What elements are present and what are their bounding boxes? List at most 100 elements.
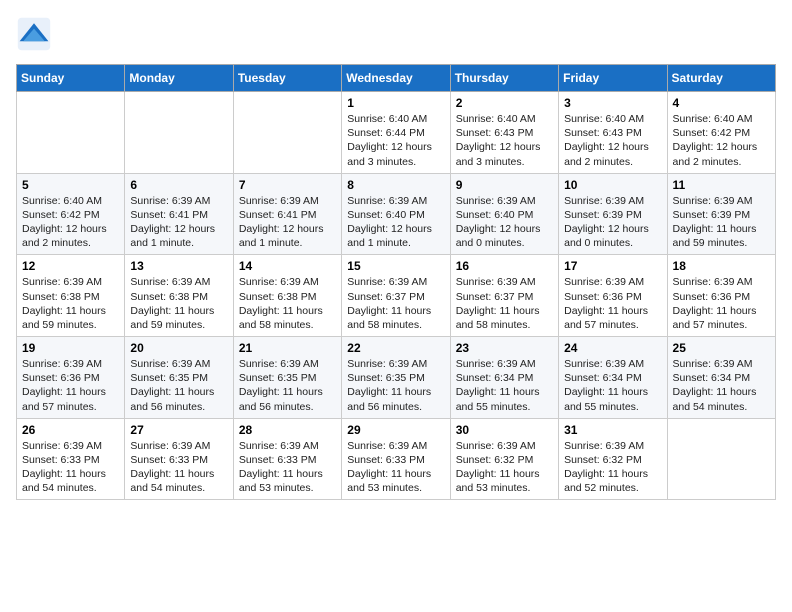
header-wednesday: Wednesday xyxy=(342,65,450,92)
day-number: 18 xyxy=(673,259,770,273)
calendar-cell: 17 Sunrise: 6:39 AM Sunset: 6:36 PM Dayli… xyxy=(559,255,667,337)
day-number: 21 xyxy=(239,341,336,355)
day-info: Sunrise: 6:39 AM Sunset: 6:36 PM Dayligh… xyxy=(22,357,119,414)
calendar-cell: 11 Sunrise: 6:39 AM Sunset: 6:39 PM Dayli… xyxy=(667,173,775,255)
day-info: Sunrise: 6:39 AM Sunset: 6:39 PM Dayligh… xyxy=(564,194,661,251)
day-info: Sunrise: 6:39 AM Sunset: 6:39 PM Dayligh… xyxy=(673,194,770,251)
calendar-cell: 14 Sunrise: 6:39 AM Sunset: 6:38 PM Dayli… xyxy=(233,255,341,337)
calendar-cell: 13 Sunrise: 6:39 AM Sunset: 6:38 PM Dayli… xyxy=(125,255,233,337)
day-number: 7 xyxy=(239,178,336,192)
day-number: 31 xyxy=(564,423,661,437)
calendar-week-5: 26 Sunrise: 6:39 AM Sunset: 6:33 PM Dayli… xyxy=(17,418,776,500)
day-info: Sunrise: 6:39 AM Sunset: 6:40 PM Dayligh… xyxy=(347,194,444,251)
day-info: Sunrise: 6:39 AM Sunset: 6:41 PM Dayligh… xyxy=(130,194,227,251)
calendar-cell xyxy=(667,418,775,500)
calendar-cell: 21 Sunrise: 6:39 AM Sunset: 6:35 PM Dayli… xyxy=(233,337,341,419)
calendar-week-1: 1Sunrise: 6:40 AM Sunset: 6:44 PM Daylig… xyxy=(17,92,776,174)
day-number: 16 xyxy=(456,259,553,273)
day-info: Sunrise: 6:39 AM Sunset: 6:33 PM Dayligh… xyxy=(347,439,444,496)
day-info: Sunrise: 6:39 AM Sunset: 6:37 PM Dayligh… xyxy=(347,275,444,332)
day-number: 19 xyxy=(22,341,119,355)
day-info: Sunrise: 6:39 AM Sunset: 6:35 PM Dayligh… xyxy=(130,357,227,414)
day-number: 24 xyxy=(564,341,661,355)
calendar-cell: 26 Sunrise: 6:39 AM Sunset: 6:33 PM Dayli… xyxy=(17,418,125,500)
calendar-cell: 7 Sunrise: 6:39 AM Sunset: 6:41 PM Daylig… xyxy=(233,173,341,255)
day-info: Sunrise: 6:39 AM Sunset: 6:38 PM Dayligh… xyxy=(22,275,119,332)
calendar-cell: 24 Sunrise: 6:39 AM Sunset: 6:34 PM Dayli… xyxy=(559,337,667,419)
day-info: Sunrise: 6:39 AM Sunset: 6:32 PM Dayligh… xyxy=(564,439,661,496)
calendar-cell xyxy=(233,92,341,174)
calendar-cell: 5 Sunrise: 6:40 AM Sunset: 6:42 PM Daylig… xyxy=(17,173,125,255)
calendar-cell: 8 Sunrise: 6:39 AM Sunset: 6:40 PM Daylig… xyxy=(342,173,450,255)
day-number: 9 xyxy=(456,178,553,192)
header-tuesday: Tuesday xyxy=(233,65,341,92)
day-info: Sunrise: 6:39 AM Sunset: 6:34 PM Dayligh… xyxy=(456,357,553,414)
day-info: Sunrise: 6:39 AM Sunset: 6:35 PM Dayligh… xyxy=(347,357,444,414)
day-number: 15 xyxy=(347,259,444,273)
day-number: 17 xyxy=(564,259,661,273)
header-thursday: Thursday xyxy=(450,65,558,92)
calendar-cell: 12 Sunrise: 6:39 AM Sunset: 6:38 PM Dayli… xyxy=(17,255,125,337)
day-info: Sunrise: 6:40 AM Sunset: 6:43 PM Dayligh… xyxy=(456,112,553,169)
day-info: Sunrise: 6:40 AM Sunset: 6:42 PM Dayligh… xyxy=(22,194,119,251)
calendar-week-3: 12 Sunrise: 6:39 AM Sunset: 6:38 PM Dayli… xyxy=(17,255,776,337)
calendar-cell: 9Sunrise: 6:39 AM Sunset: 6:40 PM Daylig… xyxy=(450,173,558,255)
day-number: 3 xyxy=(564,96,661,110)
page-header xyxy=(16,16,776,52)
day-number: 14 xyxy=(239,259,336,273)
day-info: Sunrise: 6:39 AM Sunset: 6:32 PM Dayligh… xyxy=(456,439,553,496)
day-number: 5 xyxy=(22,178,119,192)
day-number: 8 xyxy=(347,178,444,192)
calendar-cell: 18 Sunrise: 6:39 AM Sunset: 6:36 PM Dayli… xyxy=(667,255,775,337)
calendar-cell xyxy=(125,92,233,174)
day-number: 6 xyxy=(130,178,227,192)
calendar-cell: 28 Sunrise: 6:39 AM Sunset: 6:33 PM Dayli… xyxy=(233,418,341,500)
calendar-cell xyxy=(17,92,125,174)
day-info: Sunrise: 6:39 AM Sunset: 6:33 PM Dayligh… xyxy=(130,439,227,496)
day-info: Sunrise: 6:39 AM Sunset: 6:38 PM Dayligh… xyxy=(130,275,227,332)
calendar-cell: 22 Sunrise: 6:39 AM Sunset: 6:35 PM Dayli… xyxy=(342,337,450,419)
day-info: Sunrise: 6:39 AM Sunset: 6:37 PM Dayligh… xyxy=(456,275,553,332)
day-number: 12 xyxy=(22,259,119,273)
day-number: 28 xyxy=(239,423,336,437)
day-number: 29 xyxy=(347,423,444,437)
header-sunday: Sunday xyxy=(17,65,125,92)
day-number: 25 xyxy=(673,341,770,355)
calendar-cell: 1Sunrise: 6:40 AM Sunset: 6:44 PM Daylig… xyxy=(342,92,450,174)
calendar-cell: 16 Sunrise: 6:39 AM Sunset: 6:37 PM Dayli… xyxy=(450,255,558,337)
logo-icon xyxy=(16,16,52,52)
day-number: 10 xyxy=(564,178,661,192)
day-info: Sunrise: 6:39 AM Sunset: 6:33 PM Dayligh… xyxy=(22,439,119,496)
calendar-header-row: SundayMondayTuesdayWednesdayThursdayFrid… xyxy=(17,65,776,92)
day-info: Sunrise: 6:40 AM Sunset: 6:42 PM Dayligh… xyxy=(673,112,770,169)
day-info: Sunrise: 6:39 AM Sunset: 6:41 PM Dayligh… xyxy=(239,194,336,251)
day-number: 1 xyxy=(347,96,444,110)
day-number: 20 xyxy=(130,341,227,355)
day-number: 26 xyxy=(22,423,119,437)
day-number: 11 xyxy=(673,178,770,192)
day-info: Sunrise: 6:39 AM Sunset: 6:33 PM Dayligh… xyxy=(239,439,336,496)
day-number: 22 xyxy=(347,341,444,355)
header-saturday: Saturday xyxy=(667,65,775,92)
calendar-cell: 15 Sunrise: 6:39 AM Sunset: 6:37 PM Dayli… xyxy=(342,255,450,337)
day-info: Sunrise: 6:39 AM Sunset: 6:34 PM Dayligh… xyxy=(673,357,770,414)
header-friday: Friday xyxy=(559,65,667,92)
day-info: Sunrise: 6:39 AM Sunset: 6:36 PM Dayligh… xyxy=(564,275,661,332)
calendar-cell: 20 Sunrise: 6:39 AM Sunset: 6:35 PM Dayli… xyxy=(125,337,233,419)
calendar-cell: 23Sunrise: 6:39 AM Sunset: 6:34 PM Dayli… xyxy=(450,337,558,419)
calendar-cell: 2Sunrise: 6:40 AM Sunset: 6:43 PM Daylig… xyxy=(450,92,558,174)
calendar-week-2: 5 Sunrise: 6:40 AM Sunset: 6:42 PM Daylig… xyxy=(17,173,776,255)
day-number: 13 xyxy=(130,259,227,273)
calendar-cell: 30 Sunrise: 6:39 AM Sunset: 6:32 PM Dayli… xyxy=(450,418,558,500)
day-number: 30 xyxy=(456,423,553,437)
calendar-cell: 4Sunrise: 6:40 AM Sunset: 6:42 PM Daylig… xyxy=(667,92,775,174)
calendar-cell: 19 Sunrise: 6:39 AM Sunset: 6:36 PM Dayli… xyxy=(17,337,125,419)
calendar-cell: 27Sunrise: 6:39 AM Sunset: 6:33 PM Dayli… xyxy=(125,418,233,500)
logo xyxy=(16,16,56,52)
calendar-cell: 25 Sunrise: 6:39 AM Sunset: 6:34 PM Dayli… xyxy=(667,337,775,419)
day-info: Sunrise: 6:39 AM Sunset: 6:35 PM Dayligh… xyxy=(239,357,336,414)
day-info: Sunrise: 6:39 AM Sunset: 6:38 PM Dayligh… xyxy=(239,275,336,332)
day-info: Sunrise: 6:39 AM Sunset: 6:36 PM Dayligh… xyxy=(673,275,770,332)
day-info: Sunrise: 6:39 AM Sunset: 6:34 PM Dayligh… xyxy=(564,357,661,414)
calendar-cell: 10 Sunrise: 6:39 AM Sunset: 6:39 PM Dayli… xyxy=(559,173,667,255)
